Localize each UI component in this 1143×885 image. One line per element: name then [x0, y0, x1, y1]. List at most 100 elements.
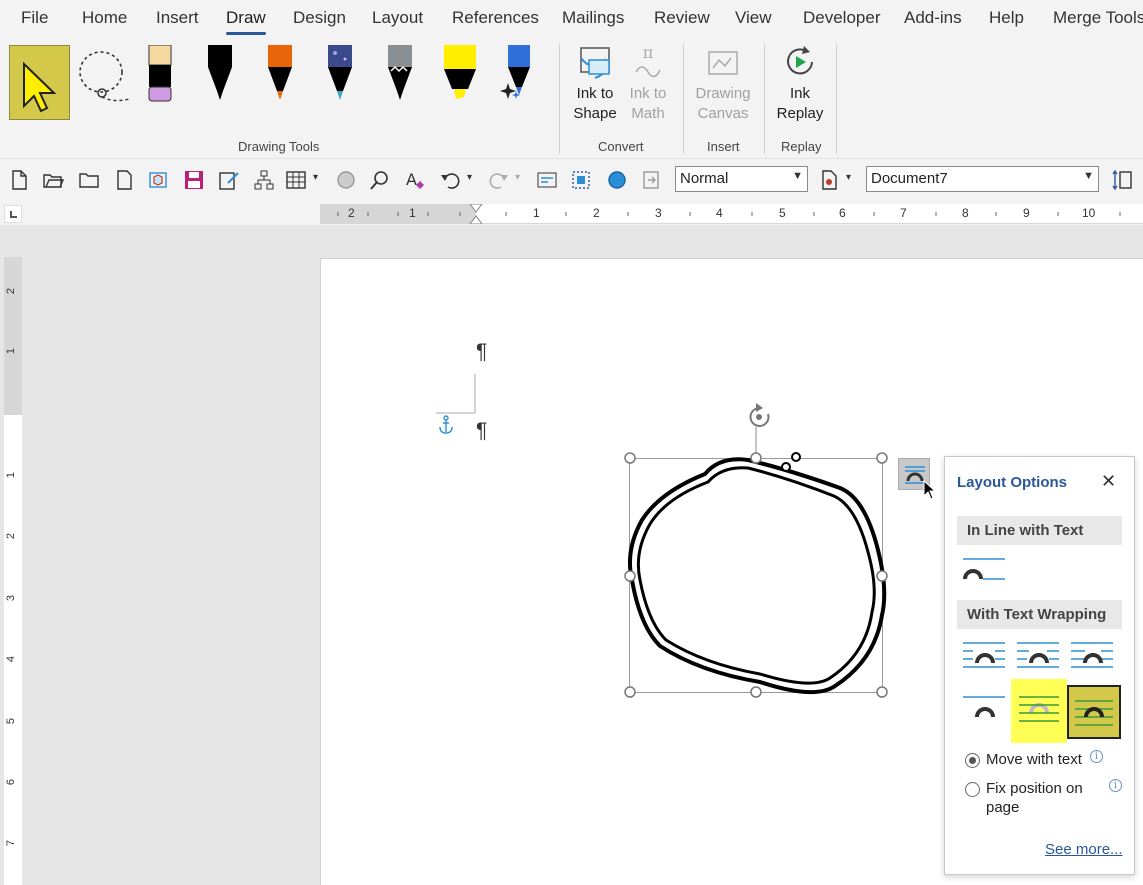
menu-file[interactable]: File [21, 8, 48, 28]
pen-black-icon[interactable] [205, 45, 235, 103]
menu-home[interactable]: Home [82, 8, 127, 28]
resize-handle-right[interactable] [876, 570, 888, 582]
wrap-square-option[interactable] [959, 633, 1011, 685]
wrap-inline-option[interactable] [959, 549, 1011, 601]
resize-handle-left[interactable] [624, 570, 636, 582]
redo-icon[interactable] [488, 169, 510, 191]
undo-icon[interactable] [439, 169, 461, 191]
close-icon[interactable]: ✕ [1101, 471, 1116, 492]
highlighter-yellow-icon[interactable] [442, 45, 478, 103]
circle-shape-icon[interactable] [606, 169, 628, 191]
resize-handle-top-right[interactable] [876, 452, 888, 464]
line-spacing-icon[interactable] [1111, 169, 1133, 191]
form-field-icon[interactable] [536, 169, 558, 191]
properties-dropdown-icon[interactable]: ▾ [846, 172, 851, 183]
wrap-in-front-option[interactable] [1067, 685, 1121, 739]
horizontal-ruler[interactable]: 2 1 1 2 3 4 5 6 7 8 9 10 [320, 204, 1143, 224]
menu-design[interactable]: Design [293, 8, 346, 28]
menu-review[interactable]: Review [654, 8, 710, 28]
save-as-icon[interactable] [218, 169, 240, 191]
menu-layout[interactable]: Layout [372, 8, 423, 28]
blank-page-icon[interactable] [113, 169, 135, 191]
undo-dropdown-icon[interactable]: ▾ [467, 172, 472, 183]
ink-replay-button[interactable]: Ink Replay [774, 42, 826, 124]
wrap-in-front-icon [1075, 700, 1113, 726]
drawing-canvas-button[interactable]: Drawing Canvas [691, 42, 755, 124]
active-tab-indicator [226, 32, 266, 35]
panel-title: Layout Options [957, 474, 1067, 491]
wrap-through-option[interactable] [1067, 633, 1119, 685]
wrap-top-bottom-icon [963, 696, 1005, 718]
select-tool-button[interactable] [9, 45, 70, 120]
menu-bar: File Home Insert Draw Design Layout Refe… [0, 0, 1143, 36]
pen-blue-sparkle-icon[interactable] [500, 45, 536, 103]
resize-handle-bottom-left[interactable] [624, 686, 636, 698]
ink-to-math-label-1: Ink to [629, 85, 667, 102]
wrap-inline-icon [963, 558, 1005, 580]
rotate-handle-icon[interactable] [749, 403, 770, 427]
search-icon[interactable] [369, 169, 391, 191]
anchor-icon[interactable] [438, 415, 454, 435]
resize-handle-top[interactable] [750, 452, 762, 464]
see-more-link[interactable]: See more... [1045, 841, 1123, 858]
info-icon[interactable]: i [1109, 779, 1122, 792]
menu-mailings[interactable]: Mailings [562, 8, 624, 28]
menu-developer[interactable]: Developer [803, 8, 881, 28]
redo-dropdown-icon[interactable]: ▾ [515, 172, 520, 183]
menu-view[interactable]: View [735, 8, 772, 28]
ruler-num: 1 [5, 347, 18, 355]
wrapping-heading-text: With Text Wrapping [967, 606, 1107, 623]
document-properties-icon[interactable] [818, 169, 840, 191]
info-icon[interactable]: i [1090, 750, 1103, 763]
fix-position-option[interactable]: Fix position on page [965, 780, 1083, 816]
fix-position-radio[interactable] [965, 782, 980, 797]
folder-icon[interactable] [78, 169, 100, 191]
menu-add-ins[interactable]: Add-ins [904, 8, 962, 28]
menu-draw[interactable]: Draw [226, 8, 266, 28]
ruler-num: 7 [900, 206, 907, 220]
document-combo[interactable]: Document7 ▼ [866, 166, 1099, 192]
tab-stop-selector[interactable] [4, 205, 22, 223]
move-with-text-radio[interactable] [965, 753, 980, 768]
group-label-insert: Insert [707, 139, 740, 154]
menu-merge-tools[interactable]: Merge Tools [1053, 8, 1143, 28]
move-with-text-option[interactable]: Move with text [965, 751, 1082, 768]
group-label-replay: Replay [781, 139, 822, 154]
spelling-icon[interactable]: A [404, 169, 426, 191]
resize-handle-bottom[interactable] [750, 686, 762, 698]
open-folder-icon[interactable] [42, 169, 64, 191]
save-icon[interactable] [183, 169, 205, 191]
menu-help[interactable]: Help [989, 8, 1024, 28]
3d-models-icon[interactable] [147, 169, 169, 191]
select-objects-icon[interactable] [570, 169, 592, 191]
new-document-icon[interactable] [8, 169, 30, 191]
pen-gray-icon[interactable] [385, 45, 415, 103]
resize-handle-bottom-right[interactable] [876, 686, 888, 698]
style-combo[interactable]: Normal ▼ [675, 166, 808, 192]
org-chart-icon[interactable] [253, 169, 275, 191]
table-icon[interactable] [285, 169, 307, 191]
menu-references[interactable]: References [452, 8, 539, 28]
ink-drawing-selection[interactable] [620, 400, 900, 705]
ink-to-math-button[interactable]: π Ink to Math [623, 42, 673, 124]
ink-to-shape-label-1: Ink to [576, 85, 614, 102]
ink-to-shape-button[interactable]: Ink to Shape [570, 42, 620, 124]
ruler-num: 6 [5, 778, 18, 786]
table-dropdown-icon[interactable]: ▾ [313, 172, 318, 183]
wrap-top-bottom-option[interactable] [959, 687, 1011, 739]
wrap-behind-text-option[interactable] [1011, 679, 1067, 743]
vertical-ruler[interactable]: 2 1 1 2 3 4 5 6 7 [4, 257, 22, 885]
ribbon-separator [683, 44, 684, 154]
pen-galaxy-icon[interactable] [325, 45, 355, 103]
wrap-tight-option[interactable] [1013, 633, 1065, 685]
menu-insert[interactable]: Insert [156, 8, 199, 28]
insert-frame-icon[interactable] [640, 169, 662, 191]
lasso-select-icon[interactable] [74, 45, 134, 115]
resize-handle-top-left[interactable] [624, 452, 636, 464]
ruler-num: 2 [593, 206, 600, 220]
pen-orange-icon[interactable] [265, 45, 295, 103]
ruler-num: 3 [5, 594, 18, 602]
shape-circle-icon[interactable] [335, 169, 357, 191]
ribbon: Drawing Tools Ink to Shape π Ink to Math… [0, 36, 1143, 158]
eraser-icon[interactable] [145, 45, 175, 103]
